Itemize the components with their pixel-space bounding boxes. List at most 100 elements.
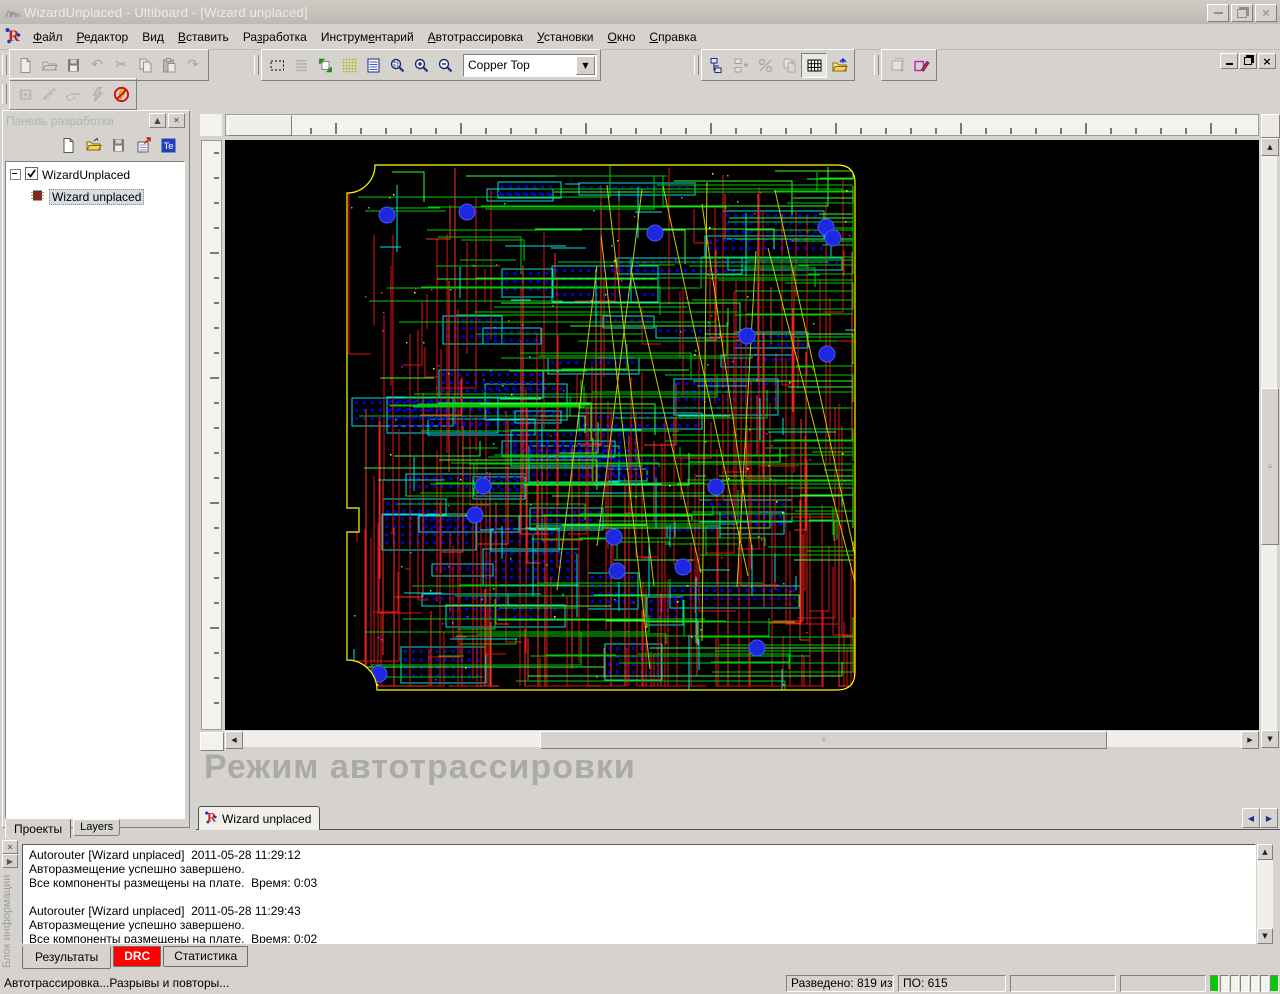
ruler-corner [200,114,222,136]
document-tab[interactable]: R Wizard unplaced [198,806,320,830]
reroute-power-button[interactable] [85,83,109,106]
horizontal-scrollbar[interactable]: ◀ ≡ ▶ [225,731,1259,747]
tab-projects[interactable]: Проекты [5,819,71,840]
sheet-properties-button[interactable] [361,54,385,77]
grid-table-icon [806,57,823,74]
pcb-canvas[interactable] [225,140,1259,730]
panel-close-button[interactable]: ✕ [168,113,185,128]
open-button[interactable] [37,54,61,77]
open-board-button[interactable] [827,54,851,77]
menu-8[interactable]: Установки [530,27,601,47]
log-scroll-up-button[interactable]: ▲ [1257,844,1273,860]
log-line-6: Авторазмещение успешно завершено. [29,918,1255,932]
cut-button[interactable]: ✂ [109,54,133,77]
tree-row-child[interactable]: Wizard unplaced [30,187,184,206]
tab-drc[interactable]: DRC [113,946,161,967]
status-empty-2 [1120,975,1206,992]
new-design-button[interactable] [56,134,81,157]
grid-dots-button[interactable] [337,54,361,77]
vertical-scrollbar[interactable]: ▲ ≡ ▼ [1261,138,1277,748]
close-button[interactable]: ✕ [1255,4,1277,22]
autoroute-place-button[interactable] [13,83,37,106]
tab-results[interactable]: Результаты [22,946,111,969]
checkbox-checked-icon[interactable] [25,167,38,183]
paste-button[interactable] [157,54,181,77]
save-button[interactable] [61,54,85,77]
zoom-in-icon [413,57,430,74]
document-tab-row: R Wizard unplaced ◀ ▶ [196,806,1280,830]
restore-button[interactable] [1231,4,1253,22]
tree-row-root[interactable]: WizardUnplaced [6,165,184,184]
menu-7[interactable]: Автотрассировка [421,27,530,47]
document-tab-label: Wizard unplaced [222,812,311,826]
zoom-out-button[interactable] [433,54,457,77]
zoom-window-button[interactable] [385,54,409,77]
edit-shape-button[interactable] [909,54,933,77]
progress-cell-6 [1260,975,1269,992]
transfer-annotate-button[interactable] [131,134,156,157]
update-layout-button[interactable] [885,54,909,77]
redo-button[interactable]: ↷ [181,54,205,77]
info-expand-button[interactable]: ▶ [2,854,18,868]
select-marquee-button[interactable] [265,54,289,77]
tab-scroll-right-button[interactable]: ▶ [1260,808,1278,828]
tab-layers[interactable]: Layers [73,819,120,836]
horizontal-scroll-thumb[interactable]: ≡ [540,731,1107,749]
log-output[interactable]: Autorouter [Wizard unplaced] 2011-05-28 … [22,844,1256,944]
scroll-down-button[interactable]: ▼ [1261,730,1279,748]
menu-3[interactable]: Вид [135,27,171,47]
hierarchy-tree-button[interactable] [705,54,729,77]
stop-autorouter-button[interactable] [109,83,133,106]
progress-cell-7 [1270,975,1279,992]
text-mode-button[interactable]: Te [156,134,181,157]
tree-root-label[interactable]: WizardUnplaced [42,168,130,182]
scroll-up-button[interactable]: ▲ [1261,138,1279,156]
scroll-left-button[interactable]: ◀ [225,731,243,749]
layer-select[interactable]: Copper Top▼ [463,54,597,77]
log-scrollbar[interactable]: ▲ ▼ [1257,844,1273,944]
undo-button[interactable]: ↶ [85,54,109,77]
info-close-button[interactable]: ✕ [2,840,18,854]
scroll-right-button[interactable]: ▶ [1241,731,1259,749]
hierarchy-tree-icon [709,57,726,74]
zoom-in-button[interactable] [409,54,433,77]
toolbar-grip[interactable] [2,55,7,75]
unroute-button[interactable] [61,83,85,106]
toolbar-grip[interactable] [254,55,259,75]
menu-4[interactable]: Вставить [171,27,236,47]
log-line-5: Autorouter [Wizard unplaced] 2011-05-28 … [29,904,1255,918]
progress-cell-2 [1220,975,1229,992]
chevron-down-icon[interactable]: ▼ [576,56,595,75]
grid-table-button[interactable] [801,53,827,78]
place-hierarchy-button[interactable] [729,54,753,77]
menu-2[interactable]: Редактор [70,27,136,47]
save-design-button[interactable] [106,134,131,157]
align-lines-button[interactable] [289,54,313,77]
copy-button[interactable] [133,54,157,77]
refresh-page-button[interactable] [313,54,337,77]
log-scroll-down-button[interactable]: ▼ [1257,928,1273,944]
tab-scroll-left-button[interactable]: ◀ [1242,808,1260,828]
menu-9[interactable]: Окно [601,27,643,47]
tab-statistics[interactable]: Статистика [163,946,248,967]
ratio-button[interactable] [753,54,777,77]
open-design-button[interactable] [81,134,106,157]
menu-6[interactable]: Инструментарий [314,27,421,47]
minimize-button[interactable] [1207,4,1229,22]
panel-collapse-button[interactable]: ▲ [149,113,166,128]
autoroute-comb-button[interactable] [37,83,61,106]
tree-child-label[interactable]: Wizard unplaced [49,189,144,205]
vertical-scroll-thumb[interactable]: ≡ [1261,388,1279,545]
new-button[interactable] [13,54,37,77]
toolbar-grip[interactable] [694,55,699,75]
collapse-icon[interactable] [10,169,21,180]
log-line-4 [29,890,1255,904]
toolbar-grip[interactable] [874,55,879,75]
menu-5[interactable]: Разработка [236,27,314,47]
ruler-corner-right [1261,114,1280,138]
toolbar-grip[interactable] [2,84,7,104]
chip-icon [30,188,45,206]
menu-1[interactable]: Файл [26,27,70,47]
menu-10[interactable]: Справка [642,27,703,47]
swap-pages-button[interactable] [777,54,801,77]
